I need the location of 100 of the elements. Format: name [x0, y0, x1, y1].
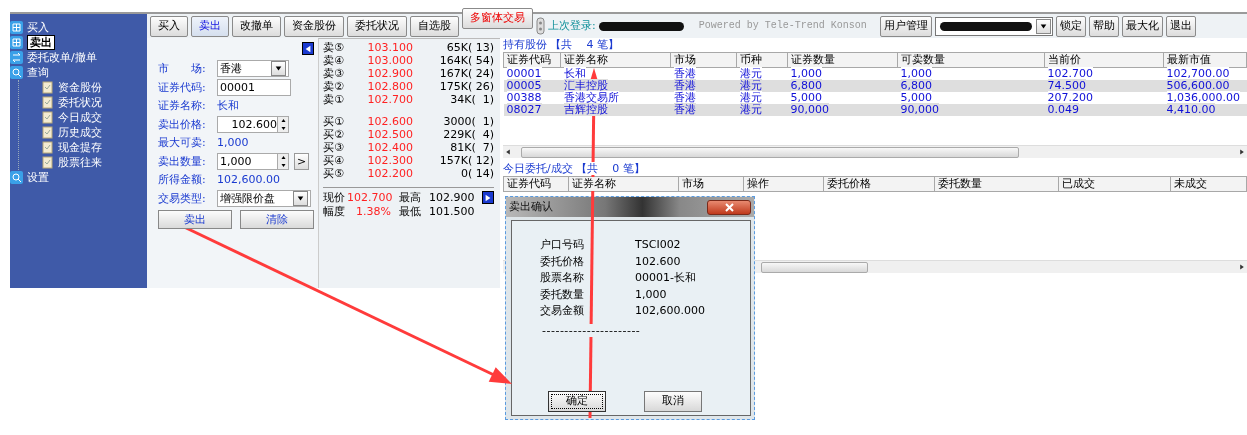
quote-volume: 164K( 54): [438, 54, 494, 67]
form-button[interactable]: 卖出: [158, 210, 232, 229]
quote-label: 幅度: [323, 205, 346, 219]
quote-price: 102.400: [366, 141, 413, 154]
scroll-left-icon[interactable]: [505, 149, 511, 155]
text-field[interactable]: 00001: [217, 79, 291, 96]
quote-label: 卖③: [323, 67, 345, 80]
column-header[interactable]: 当前价: [1044, 52, 1164, 68]
dropdown-arrow-icon: [275, 65, 282, 72]
toolbar-button[interactable]: 锁定: [1055, 15, 1086, 37]
sidebar-item[interactable]: 买入: [27, 20, 49, 35]
quote-price: 103.100: [366, 41, 413, 54]
expand-panel-icon[interactable]: [482, 191, 494, 204]
sidebar-item[interactable]: 委托改单/撤单: [27, 50, 97, 65]
spin-up-icon[interactable]: [280, 118, 286, 124]
field-label: 证券代码:: [158, 80, 207, 95]
search-icon: [10, 66, 23, 79]
column-header[interactable]: 市场: [670, 52, 737, 68]
user-dropdown[interactable]: [934, 16, 1053, 36]
toolbar-button[interactable]: 资金股份: [284, 15, 344, 37]
info-label: 户口号码: [540, 238, 584, 251]
quote-volume: 65K( 13): [445, 41, 494, 54]
quote-label: 买④: [323, 154, 345, 167]
column-header[interactable]: 市场: [678, 176, 744, 192]
field-value: 1,000: [217, 136, 249, 150]
quote-label: 卖①: [323, 93, 345, 106]
sidebar-item[interactable]: 资金股份: [58, 80, 102, 95]
quote-price: 102.300: [366, 154, 413, 167]
toolbar-button[interactable]: 帮助: [1088, 15, 1119, 37]
close-button[interactable]: [707, 199, 751, 215]
sidebar-item[interactable]: 现金提存: [58, 140, 102, 155]
powered-by-text: Powered by Tele-Trend Konson: [698, 20, 867, 32]
toolbar-button[interactable]: 买入: [150, 15, 188, 37]
column-header[interactable]: 币种: [736, 52, 788, 68]
collapse-panel-icon[interactable]: [302, 42, 314, 55]
column-header[interactable]: 委托价格: [823, 176, 935, 192]
quote-price: 103.000: [366, 54, 413, 67]
sidebar-item[interactable]: 设置: [27, 170, 49, 185]
spin-field[interactable]: 102.600: [217, 116, 289, 133]
quote-price: 102.600: [366, 115, 413, 128]
field-label: 卖出数量:: [158, 154, 207, 169]
quote-label: 卖②: [323, 80, 345, 93]
column-header[interactable]: 最新市值: [1163, 52, 1247, 68]
toolbar-button[interactable]: 用户管理: [879, 15, 932, 37]
dialog-button[interactable]: 确定: [548, 390, 606, 412]
table-cell: 4,410.00: [1166, 103, 1216, 116]
field-label: 证券名称:: [158, 99, 207, 113]
quote-volume: 0( 14): [459, 167, 494, 180]
info-label: 股票名称: [540, 271, 584, 284]
document-icon: [41, 81, 54, 94]
column-header[interactable]: 操作: [743, 176, 824, 192]
sidebar-item[interactable]: 委托状况: [58, 95, 102, 110]
column-header[interactable]: 证券数量: [787, 52, 898, 68]
expand-button[interactable]: >: [294, 153, 309, 170]
field-label: 交易类型:: [158, 191, 207, 206]
sidebar-item[interactable]: 查询: [27, 65, 49, 80]
dropdown-field[interactable]: 香港: [217, 60, 289, 77]
scroll-right-icon[interactable]: [1239, 149, 1245, 155]
toolbar-button[interactable]: 改撤单: [232, 15, 281, 37]
sidebar-item[interactable]: 卖出: [27, 34, 55, 51]
toolbar-button[interactable]: 委托状况: [347, 15, 407, 37]
quote-value: 101.500: [429, 205, 475, 219]
scroll-right-icon[interactable]: [1239, 264, 1245, 270]
column-header[interactable]: 可卖数量: [897, 52, 1045, 68]
info-label: 委托价格: [540, 254, 584, 268]
toolbar-button[interactable]: 最大化: [1121, 15, 1163, 37]
dropdown-arrow-icon: [297, 195, 304, 202]
toolbar-button[interactable]: 自选股: [410, 15, 459, 37]
dialog-button[interactable]: 取消: [644, 390, 702, 412]
toolbar-button[interactable]: 退出: [1165, 15, 1196, 37]
column-header[interactable]: 证券名称: [560, 52, 671, 68]
toolbar-button[interactable]: 多窗体交易: [462, 7, 533, 29]
horizontal-scrollbar[interactable]: [503, 145, 1247, 158]
table-cell: 08027: [506, 103, 542, 116]
column-header[interactable]: 证券名称: [568, 176, 679, 192]
document-icon: [41, 111, 54, 124]
sidebar-item[interactable]: 今日成交: [58, 110, 102, 125]
toolbar-button[interactable]: 卖出: [191, 15, 229, 37]
spin-up-icon[interactable]: [280, 155, 286, 161]
column-header[interactable]: 委托数量: [934, 176, 1059, 192]
order-form-icon: [10, 36, 23, 49]
field-value: 102,600.00: [217, 173, 280, 187]
table-cell: 0.049: [1047, 103, 1079, 116]
table-cell: 90,000: [790, 103, 829, 116]
dropdown-field[interactable]: 增强限价盘: [217, 190, 311, 207]
search-icon: [10, 171, 23, 184]
column-header[interactable]: 未成交: [1170, 176, 1247, 192]
column-header[interactable]: 已成交: [1058, 176, 1171, 192]
quote-value: 1.38%: [355, 205, 391, 219]
sidebar-item[interactable]: 历史成交: [58, 125, 102, 140]
column-header[interactable]: 证券代码: [503, 176, 569, 192]
spin-field[interactable]: 1,000: [217, 153, 289, 170]
form-button[interactable]: 清除: [240, 210, 314, 229]
quote-label: 买⑤: [323, 167, 345, 180]
dropdown-arrow-icon: [1039, 22, 1047, 30]
field-label: 市 场:: [158, 61, 207, 76]
spin-down-icon[interactable]: [280, 125, 286, 131]
sidebar-item[interactable]: 股票往来: [58, 155, 102, 170]
column-header[interactable]: 证券代码: [503, 52, 561, 68]
spin-down-icon[interactable]: [280, 162, 286, 168]
